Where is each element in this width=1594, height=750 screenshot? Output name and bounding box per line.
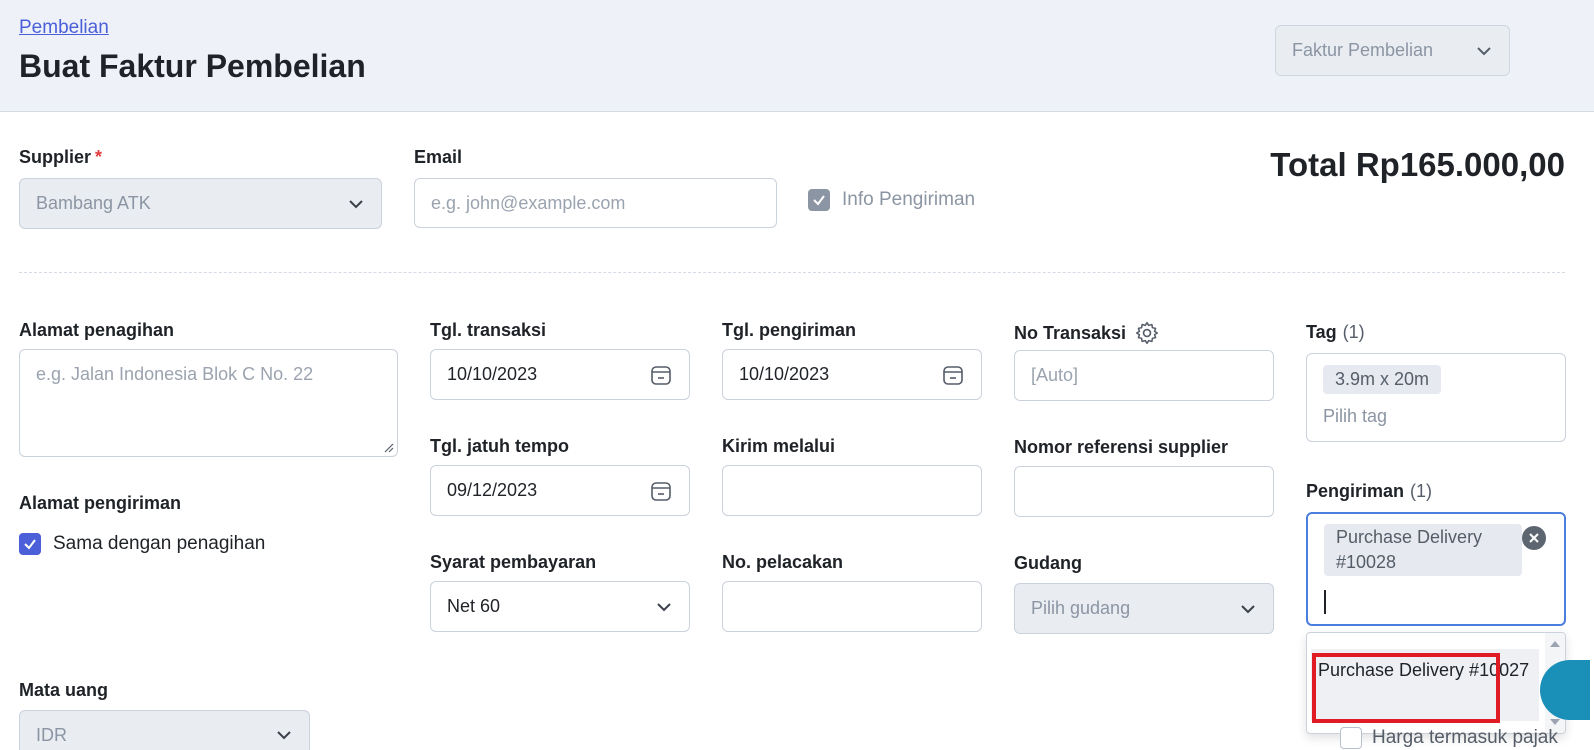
chevron-down-icon — [657, 602, 671, 611]
scroll-down-icon[interactable] — [1550, 719, 1560, 725]
tgl-pengiriman-label: Tgl. pengiriman — [722, 320, 857, 340]
no-transaksi-input[interactable]: [Auto] — [1014, 350, 1274, 401]
shipping-address-label: Alamat pengiriman — [19, 493, 182, 513]
pengiriman-label: Pengiriman (1) — [1306, 481, 1433, 501]
syarat-pembayaran-label: Syarat pembayaran — [430, 552, 597, 572]
harga-termasuk-pajak-label: Harga termasuk pajak — [1372, 727, 1558, 748]
syarat-pembayaran-value: Net 60 — [447, 596, 501, 616]
text-cursor — [1324, 590, 1326, 614]
highlight-box — [1312, 653, 1500, 723]
supplier-select[interactable]: Bambang ATK — [19, 178, 382, 229]
doc-type-select[interactable]: Faktur Pembelian — [1275, 25, 1510, 76]
currency-value: IDR — [36, 724, 67, 745]
tgl-jatuh-tempo-input[interactable]: 09/12/2023 — [430, 465, 690, 516]
tgl-pengiriman-value: 10/10/2023 — [739, 364, 830, 384]
nomor-referensi-label: Nomor referensi supplier — [1014, 437, 1229, 457]
checkbox-checked-icon — [19, 533, 41, 555]
no-pelacakan-label: No. pelacakan — [722, 552, 844, 572]
info-pengiriman-checkbox[interactable]: Info Pengiriman — [808, 189, 975, 211]
kirim-melalui-label: Kirim melalui — [722, 436, 836, 456]
no-transaksi-placeholder: [Auto] — [1031, 365, 1079, 385]
tag-placeholder: Pilih tag — [1323, 406, 1388, 426]
chevron-down-icon — [349, 199, 363, 208]
email-placeholder: e.g. john@example.com — [431, 192, 626, 213]
billing-address-textarea[interactable]: e.g. Jalan Indonesia Blok C No. 22 — [19, 349, 398, 457]
tag-label: Tag (1) — [1306, 322, 1365, 342]
breadcrumb-pembelian[interactable]: Pembelian — [19, 17, 109, 39]
tgl-transaksi-label: Tgl. transaksi — [430, 320, 547, 340]
checkbox-checked-icon — [808, 189, 830, 211]
gudang-select[interactable]: Pilih gudang — [1014, 583, 1274, 634]
currency-select[interactable]: IDR — [19, 710, 310, 750]
supplier-label: Supplier * — [19, 147, 103, 167]
tgl-jatuh-tempo-label: Tgl. jatuh tempo — [430, 436, 569, 456]
resize-grip-icon[interactable] — [384, 443, 394, 453]
nomor-referensi-input[interactable] — [1014, 466, 1274, 517]
checkbox-unchecked-icon — [1340, 727, 1362, 749]
page-header: Pembelian Buat Faktur Pembelian Faktur P… — [0, 0, 1594, 112]
gear-icon[interactable] — [1134, 320, 1160, 346]
scroll-up-icon[interactable] — [1550, 641, 1560, 647]
tgl-transaksi-value: 10/10/2023 — [447, 364, 538, 384]
billing-address-label: Alamat penagihan — [19, 320, 175, 340]
chevron-down-icon — [1477, 46, 1491, 55]
delivery-chip: Purchase Delivery #10028 — [1324, 524, 1522, 576]
billing-address-placeholder: e.g. Jalan Indonesia Blok C No. 22 — [36, 364, 314, 384]
supplier-value: Bambang ATK — [36, 193, 151, 213]
syarat-pembayaran-select[interactable]: Net 60 — [430, 581, 690, 632]
pengiriman-multiselect[interactable]: Purchase Delivery #10028 — [1306, 512, 1566, 626]
total-amount: Total Rp165.000,00 — [1270, 146, 1565, 183]
chevron-down-icon — [277, 731, 291, 740]
info-pengiriman-label: Info Pengiriman — [842, 189, 976, 210]
page-title: Buat Faktur Pembelian — [19, 48, 366, 84]
doc-type-value: Faktur Pembelian — [1292, 40, 1434, 60]
email-field[interactable]: e.g. john@example.com — [414, 178, 777, 228]
calendar-icon[interactable] — [941, 363, 965, 387]
email-label: Email — [414, 147, 463, 167]
tag-chip[interactable]: 3.9m x 20m — [1323, 365, 1442, 394]
tag-select[interactable]: 3.9m x 20m Pilih tag — [1306, 353, 1566, 442]
divider — [19, 272, 1565, 273]
remove-chip-icon[interactable] — [1522, 526, 1546, 550]
tgl-jatuh-tempo-value: 09/12/2023 — [447, 480, 538, 500]
same-as-billing-checkbox[interactable]: Sama dengan penagihan — [19, 533, 265, 555]
tgl-transaksi-input[interactable]: 10/10/2023 — [430, 349, 690, 400]
chevron-down-icon — [1241, 604, 1255, 613]
tgl-pengiriman-input[interactable]: 10/10/2023 — [722, 349, 982, 400]
calendar-icon[interactable] — [649, 479, 673, 503]
same-as-billing-label: Sama dengan penagihan — [53, 533, 266, 554]
no-transaksi-label: No Transaksi — [1014, 320, 1160, 346]
calendar-icon[interactable] — [649, 363, 673, 387]
gudang-placeholder: Pilih gudang — [1031, 598, 1131, 618]
gudang-label: Gudang — [1014, 553, 1082, 573]
harga-termasuk-pajak-checkbox[interactable]: Harga termasuk pajak — [1340, 727, 1558, 749]
currency-label: Mata uang — [19, 680, 109, 700]
no-pelacakan-input[interactable] — [722, 581, 982, 632]
kirim-melalui-input[interactable] — [722, 465, 982, 516]
